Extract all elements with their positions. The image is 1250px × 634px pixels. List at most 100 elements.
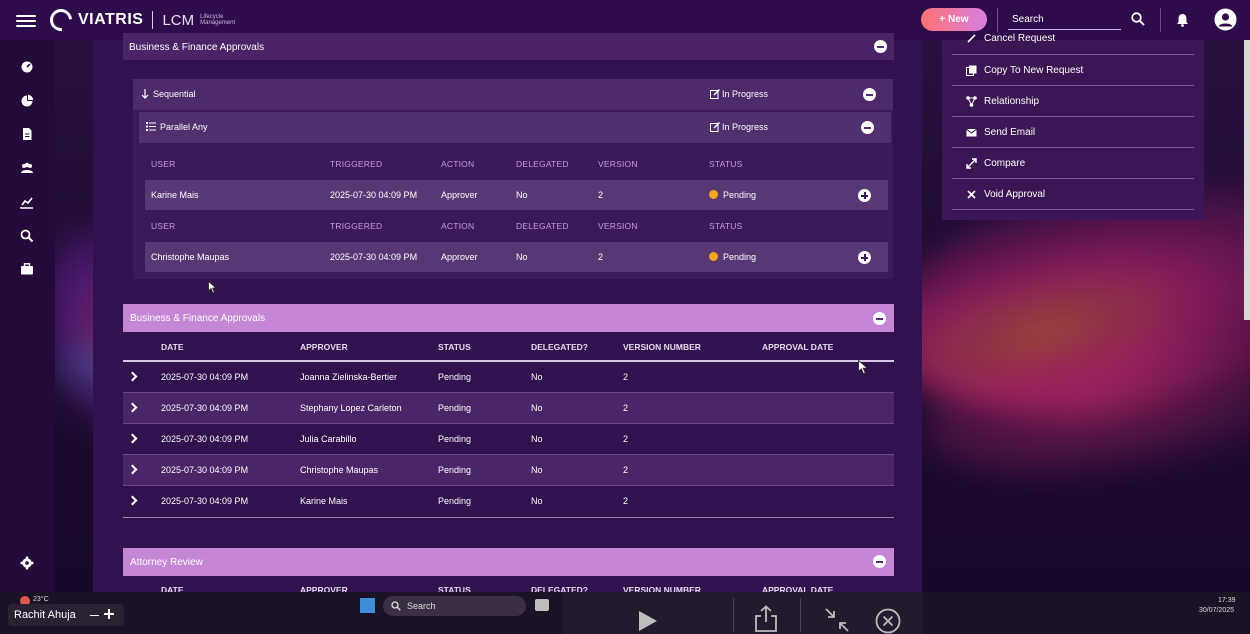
menu-item-void-approval[interactable]: Void Approval [952,179,1194,210]
action-cell: Approver [441,190,478,200]
delegated-cell: No [531,372,543,382]
menu-item-compare[interactable]: Compare [952,148,1194,179]
close-icon [967,189,976,199]
weather-temp[interactable]: 23°C [33,596,49,603]
col-version: VERSION [598,221,638,231]
approver-cell: Karine Mais [300,496,348,506]
col-version: VERSION [598,159,638,169]
triggered-cell: 2025-07-30 04:09 PM [330,190,418,200]
expand-icon[interactable] [858,251,871,264]
date-cell: 2025-07-30 04:09 PM [161,434,249,444]
sequential-row[interactable] [133,79,893,110]
col-user: USER [151,221,176,231]
version-cell: 2 [623,496,629,506]
pie-chart-icon[interactable] [20,94,34,108]
menu-icon[interactable] [16,12,36,28]
version-cell: 2 [598,190,604,200]
sequential-status: In Progress [722,89,769,99]
search-icon [391,601,401,611]
app-logo[interactable]: VIATRIS LCM Lifecycle Management [45,4,240,36]
task-view-icon[interactable] [535,599,549,611]
menu-item-send-email[interactable]: Send Email [952,117,1194,148]
menu-item-label: Void Approval [984,188,1046,200]
menu-item-copy-to-new-request[interactable]: Copy To New Request [952,55,1194,86]
col-action: ACTION [441,221,475,231]
status-text: Pending [723,252,757,262]
collapse-icon[interactable] [874,40,887,53]
expand-icon[interactable] [858,189,871,202]
collapse-icon[interactable] [863,88,876,101]
user-avatar-icon[interactable] [1214,8,1237,31]
document-icon[interactable] [20,127,34,141]
menu-item-label: Copy To New Request [984,64,1084,76]
approver-cell: Stephany Lopez Carleton [300,403,402,413]
search-icon[interactable] [20,229,34,243]
clock-time[interactable]: 17:39 [1218,597,1236,604]
collapse-icon[interactable] [861,121,874,134]
mouse-cursor-icon [858,360,869,375]
sequential-label: Sequential [153,89,196,99]
col-triggered: TRIGGERED [330,159,383,169]
date-cell: 2025-07-30 04:09 PM [161,465,249,475]
minimize-icon[interactable] [90,615,99,616]
collapse-icon[interactable] [873,555,886,568]
triggered-cell: 2025-07-30 04:09 PM [330,252,418,262]
arrow-down-icon [141,89,149,99]
video-controls [563,592,923,634]
col-date: DATE [161,342,184,352]
taskbar-search[interactable]: Search [383,596,526,616]
parallel-status: In Progress [722,122,769,132]
status-cell: Pending [438,403,472,413]
viatris-logo-icon [45,4,77,36]
clock-date[interactable]: 30/07/2025 [1199,607,1234,614]
dashboard-icon[interactable] [20,60,34,74]
col-user: USER [151,159,176,169]
pending-dot-icon [709,252,718,261]
play-icon[interactable] [638,610,658,632]
edit-status-icon [710,89,720,99]
col-triggered: TRIGGERED [330,221,383,231]
col-approver: APPROVER [300,342,348,352]
add-icon[interactable] [104,609,114,619]
col-delegated: DELEGATED? [531,342,588,352]
col-status: STATUS [438,342,471,352]
approver-cell: Joanna Zielinska-Bertier [300,372,398,382]
attorney-section-header[interactable] [123,548,894,576]
users-icon[interactable] [20,161,34,175]
menu-item-cancel-request[interactable]: Cancel Request [952,24,1194,55]
workflow-section-title: Business & Finance Approvals [129,42,265,53]
menu-item-label: Relationship [984,95,1040,107]
exit-fullscreen-icon[interactable] [825,608,849,632]
col-delegated: DELEGATED [516,221,569,231]
menu-item-relationship[interactable]: Relationship [952,86,1194,117]
share-icon[interactable] [755,605,777,632]
product-subtitle: Lifecycle Management [200,14,236,26]
user-cell: Karine Mais [151,190,199,200]
logo-divider [152,11,154,29]
collapse-icon[interactable] [873,312,886,325]
scrollbar[interactable] [1244,40,1250,320]
relationship-icon [966,95,977,107]
copy-icon [966,65,977,76]
approvals-section-title: Business & Finance Approvals [130,313,266,324]
parallel-row[interactable] [139,112,891,143]
status-cell: Pending [709,190,756,200]
col-action: ACTION [441,159,475,169]
analytics-icon[interactable] [20,195,34,209]
pending-dot-icon [709,190,718,199]
divider [733,598,734,632]
date-cell: 2025-07-30 04:09 PM [161,496,249,506]
list-icon [146,122,156,131]
settings-icon[interactable] [20,556,34,570]
windows-start-icon[interactable] [360,598,375,613]
col-approval-date: APPROVAL DATE [762,342,834,352]
status-cell: Pending [438,496,472,506]
col-delegated: DELEGATED [516,159,569,169]
close-circle-icon[interactable] [875,608,901,634]
briefcase-icon[interactable] [20,262,34,276]
delegated-cell: No [516,252,528,262]
taskbar-search-text: Search [407,601,436,611]
delegated-cell: No [531,403,543,413]
approver-cell: Christophe Maupas [300,465,379,475]
delegated-cell: No [531,434,543,444]
